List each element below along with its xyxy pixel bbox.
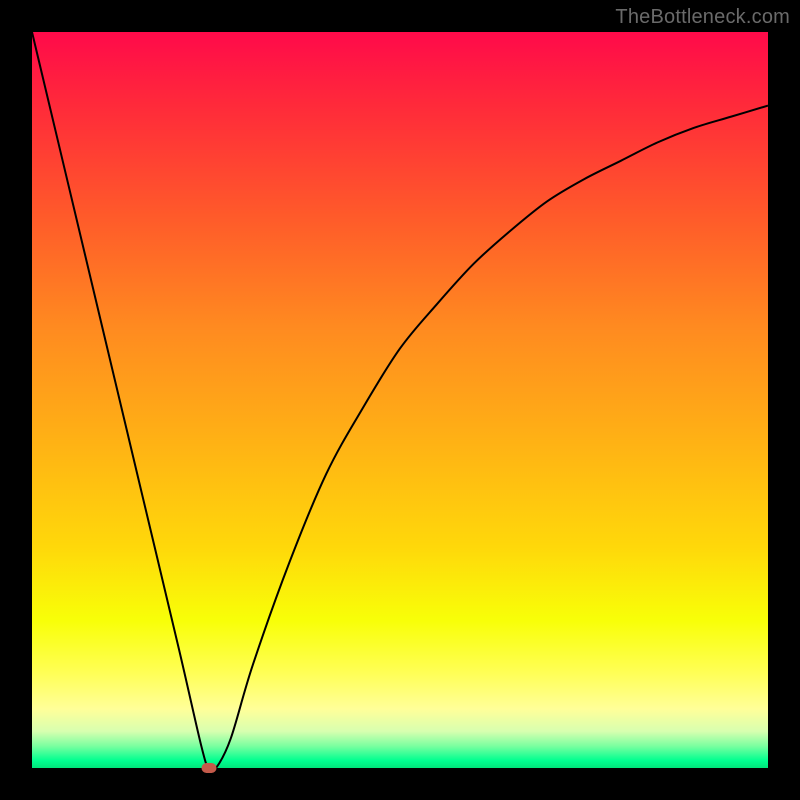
curve-path	[32, 32, 768, 768]
optimal-marker	[201, 763, 216, 773]
plot-area	[32, 32, 768, 768]
chart-frame: TheBottleneck.com	[0, 0, 800, 800]
bottleneck-curve	[32, 32, 768, 768]
watermark-text: TheBottleneck.com	[615, 6, 790, 29]
